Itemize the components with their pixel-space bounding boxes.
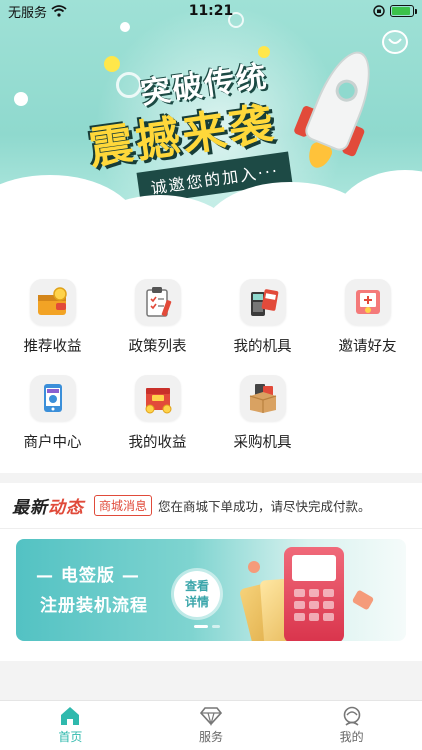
merchant-phone-icon bbox=[29, 375, 76, 421]
chat-bubble-icon[interactable] bbox=[382, 30, 408, 54]
status-bar: 无服务 11:21 bbox=[0, 0, 422, 22]
menu-label: 推荐收益 bbox=[23, 339, 82, 355]
clipboard-checklist-icon bbox=[134, 279, 181, 325]
menu-item-invite-friends[interactable]: 邀请好友 bbox=[315, 279, 420, 356]
menu-label: 商户中心 bbox=[23, 435, 82, 451]
promo-line2: 注册装机流程 bbox=[40, 596, 148, 616]
tab-mine[interactable]: 我的 bbox=[281, 701, 422, 750]
bottom-tab-bar: 首页 服务 我的 bbox=[0, 700, 422, 750]
banner-cloud bbox=[0, 215, 422, 245]
promo-coin bbox=[351, 589, 375, 611]
promo-banner[interactable]: — 电签版 — 注册装机流程 查看详情 bbox=[16, 539, 406, 641]
user-profile-icon bbox=[343, 706, 360, 726]
promo-section: — 电签版 — 注册装机流程 查看详情 bbox=[0, 529, 422, 661]
menu-item-recommend-earnings[interactable]: 推荐收益 bbox=[0, 279, 105, 356]
promo-line1: — 电签版 — bbox=[36, 566, 140, 586]
menu-label: 政策列表 bbox=[128, 339, 187, 355]
pos-terminal-illustration bbox=[284, 547, 344, 641]
news-ticker[interactable]: 最新动态 商城消息 您在商城下单成功，请尽快完成付款。 bbox=[0, 483, 422, 529]
news-tag: 商城消息 bbox=[94, 495, 153, 516]
menu-label: 我的机具 bbox=[233, 339, 292, 355]
tab-services[interactable]: 服务 bbox=[141, 701, 282, 750]
tab-label: 首页 bbox=[58, 730, 83, 744]
wifi-icon bbox=[51, 5, 67, 17]
wallet-coin-icon bbox=[29, 279, 76, 325]
earnings-gift-box-icon bbox=[134, 375, 181, 421]
tab-label: 我的 bbox=[339, 730, 364, 744]
tab-home[interactable]: 首页 bbox=[0, 701, 141, 750]
news-brand-prefix: 最新 bbox=[12, 498, 48, 518]
menu-item-my-devices[interactable]: 我的机具 bbox=[210, 279, 315, 356]
orientation-lock-icon bbox=[373, 5, 385, 17]
carrier-label: 无服务 bbox=[8, 5, 48, 21]
menu-label: 我的收益 bbox=[128, 435, 187, 451]
banner-bubble bbox=[14, 92, 28, 106]
diamond-service-icon bbox=[200, 707, 222, 726]
menu-item-policy-list[interactable]: 政策列表 bbox=[105, 279, 210, 356]
tab-label: 服务 bbox=[199, 730, 224, 744]
news-brand: 最新动态 bbox=[12, 493, 84, 518]
feature-menu: 推荐收益 政策列表 我的机具 邀请好友 商户中心 我的收益 采购机具 bbox=[0, 245, 422, 473]
hero-banner[interactable]: 突破传统 震撼来袭 诚邀您的加入··· bbox=[0, 0, 422, 245]
banner-bubble bbox=[104, 56, 120, 72]
menu-item-purchase-devices[interactable]: 采购机具 bbox=[210, 375, 315, 452]
menu-label: 采购机具 bbox=[233, 435, 292, 451]
menu-item-merchant-center[interactable]: 商户中心 bbox=[0, 375, 105, 452]
home-icon bbox=[61, 707, 80, 725]
battery-icon bbox=[390, 5, 417, 17]
news-text[interactable]: 您在商城下单成功，请尽快完成付款。 bbox=[158, 496, 371, 515]
promo-details-button[interactable]: 查看详情 bbox=[174, 571, 220, 617]
pos-terminal-icon bbox=[239, 279, 286, 325]
invite-envelope-icon bbox=[344, 279, 391, 325]
banner-bubble bbox=[120, 22, 130, 32]
promo-coin bbox=[248, 561, 260, 573]
purchase-box-icon bbox=[239, 375, 286, 421]
menu-label: 邀请好友 bbox=[338, 339, 397, 355]
carousel-indicator[interactable] bbox=[194, 625, 220, 628]
promo-button-label: 查看详情 bbox=[184, 579, 209, 609]
menu-item-my-earnings[interactable]: 我的收益 bbox=[105, 375, 210, 452]
news-brand-suffix: 动态 bbox=[48, 498, 84, 518]
